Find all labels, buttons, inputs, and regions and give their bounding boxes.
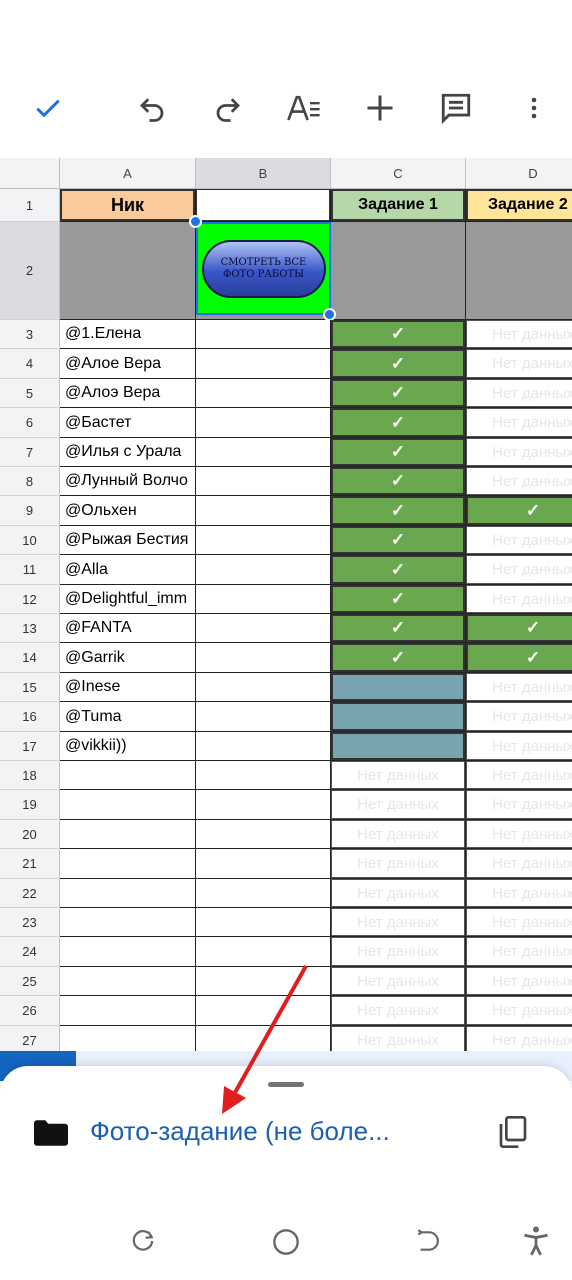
system-nav-bar	[0, 1198, 572, 1280]
back-icon[interactable]	[414, 1228, 440, 1259]
home-icon[interactable]	[272, 1228, 300, 1261]
recents-icon[interactable]	[130, 1228, 156, 1259]
red-arrow-annotation	[222, 965, 308, 1114]
accessibility-icon[interactable]	[522, 1226, 550, 1261]
